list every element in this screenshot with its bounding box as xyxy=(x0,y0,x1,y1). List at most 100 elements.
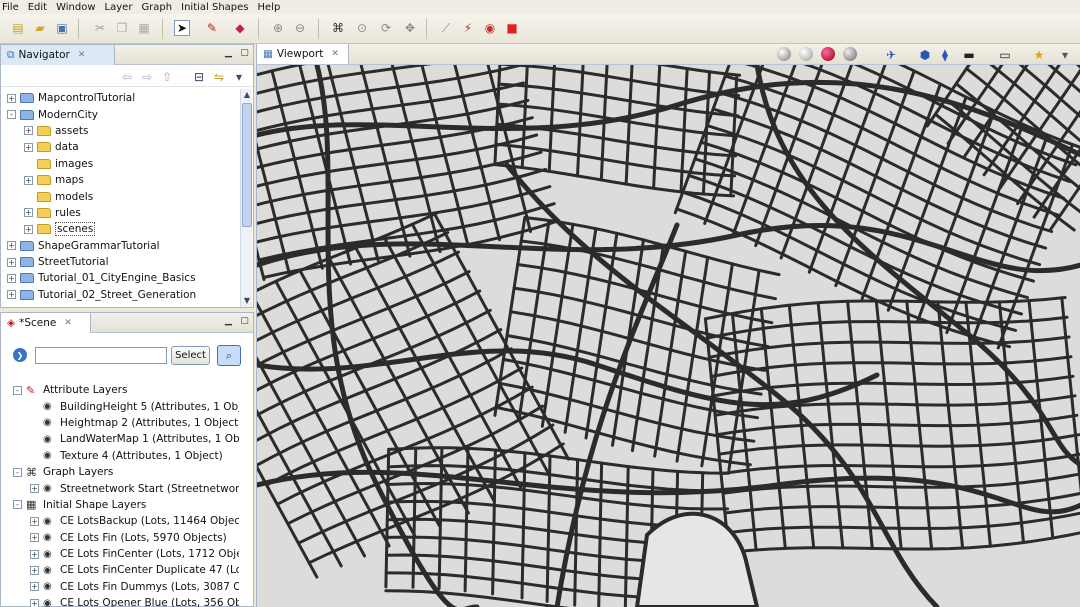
scene-item[interactable]: + ◉ CE Lots Fin Dummys (Lots, 3087 Object xyxy=(5,579,239,595)
menu-layer[interactable]: Layer xyxy=(103,2,140,13)
expand-icon[interactable]: + xyxy=(30,533,39,543)
navigator-item[interactable]: models xyxy=(5,188,239,204)
collapse-icon[interactable]: - xyxy=(13,467,22,477)
scene-item[interactable]: - ✎ Attribute Layers xyxy=(5,382,239,398)
save-icon[interactable]: ▣ xyxy=(54,20,70,36)
navigator-item[interactable]: + data xyxy=(5,139,239,155)
expand-icon[interactable]: + xyxy=(7,257,16,267)
navigator-item[interactable]: + ShapeGrammarTutorial xyxy=(5,238,239,254)
forward-icon[interactable]: ⇨ xyxy=(139,69,155,85)
navigator-scrollbar[interactable]: ▲ ▼ xyxy=(240,89,252,307)
navigator-item[interactable]: + maps xyxy=(5,172,239,188)
expand-icon[interactable]: + xyxy=(24,126,33,136)
navigator-item[interactable]: - ModernCity xyxy=(5,106,239,122)
shape-tool-icon[interactable]: ◆ xyxy=(232,20,248,36)
shading-textured-icon[interactable] xyxy=(821,47,835,61)
film-icon[interactable]: ▬ xyxy=(961,47,977,63)
shading-flat-icon[interactable] xyxy=(799,47,813,61)
collapse-icon[interactable]: - xyxy=(7,110,16,120)
scroll-down-icon[interactable]: ▼ xyxy=(241,295,253,307)
expand-icon[interactable]: + xyxy=(7,241,16,251)
scene-search-input[interactable] xyxy=(35,347,167,364)
close-icon[interactable]: ✕ xyxy=(331,49,339,59)
shading-wireframe-icon[interactable] xyxy=(777,47,791,61)
menu-edit[interactable]: Edit xyxy=(26,2,54,13)
close-icon[interactable]: ✕ xyxy=(78,50,86,60)
minimize-icon[interactable]: ▁ xyxy=(223,317,234,327)
target-icon[interactable]: ⊙ xyxy=(354,20,370,36)
navigator-item[interactable]: + Tutorial_01_CityEngine_Basics xyxy=(5,270,239,286)
expand-icon[interactable]: + xyxy=(30,516,39,526)
scene-item[interactable]: + ◉ CE Lots Opener Blue (Lots, 356 Objects… xyxy=(5,595,239,607)
expand-icon[interactable]: + xyxy=(7,93,16,103)
cut-icon[interactable]: ✂ xyxy=(92,20,108,36)
bookmark-icon[interactable]: ✈ xyxy=(883,47,899,63)
collapse-icon[interactable]: - xyxy=(13,500,22,510)
collapse-all-icon[interactable]: ⊟ xyxy=(191,69,207,85)
select-button[interactable]: Select xyxy=(171,346,210,365)
close-icon[interactable]: ✕ xyxy=(64,318,72,328)
expand-icon[interactable]: + xyxy=(24,175,33,185)
scene-item[interactable]: - ▦ Initial Shape Layers xyxy=(5,497,239,513)
scene-item[interactable]: ◉ Heightmap 2 (Attributes, 1 Object) xyxy=(5,415,239,431)
scene-item[interactable]: ◉ Texture 4 (Attributes, 1 Object) xyxy=(5,448,239,464)
camera-icon[interactable]: ⬢ xyxy=(917,47,933,63)
copy-icon[interactable]: ❐ xyxy=(114,20,130,36)
scene-item[interactable]: ◉ LandWaterMap 1 (Attributes, 1 Object) xyxy=(5,431,239,447)
layers-icon[interactable]: ⧫ xyxy=(937,47,953,63)
street-network-map[interactable] xyxy=(257,65,1080,607)
view-menu-icon[interactable]: ▾ xyxy=(1057,47,1073,63)
menu-window[interactable]: Window xyxy=(54,2,102,13)
navigator-item[interactable]: + Tutorial_02_Street_Generation xyxy=(5,287,239,303)
lighting-icon[interactable] xyxy=(843,47,857,61)
select-tool-icon[interactable]: ➤ xyxy=(174,20,190,36)
tab-navigator[interactable]: ⧉ Navigator ✕ xyxy=(1,45,115,65)
view-menu-icon[interactable]: ▾ xyxy=(231,69,247,85)
paste-icon[interactable]: ▦ xyxy=(136,20,152,36)
scene-item[interactable]: + ◉ CE Lots FinCenter (Lots, 1712 Objects) xyxy=(5,546,239,562)
navigator-item[interactable]: images xyxy=(5,156,239,172)
expand-icon[interactable]: + xyxy=(30,549,39,559)
expand-icon[interactable]: + xyxy=(30,565,39,575)
scene-item[interactable]: + ◉ CE Lots FinCenter Duplicate 47 (Lots, … xyxy=(5,562,239,578)
expand-icon[interactable]: + xyxy=(7,273,16,283)
expand-icon[interactable]: + xyxy=(24,208,33,218)
link-icon[interactable]: ⇋ xyxy=(211,69,227,85)
tab-viewport[interactable]: ▦ Viewport ✕ xyxy=(257,44,349,64)
rotate-icon[interactable]: ⟳ xyxy=(378,20,394,36)
generate-models-icon[interactable]: ◉ xyxy=(482,20,498,36)
move-icon[interactable]: ✥ xyxy=(402,20,418,36)
search-icon[interactable]: ⌕ xyxy=(217,345,241,366)
navigator-item[interactable]: + StreetTutorial xyxy=(5,254,239,270)
star-icon[interactable]: ★ xyxy=(1031,47,1047,63)
street-tool-icon[interactable]: ✎ xyxy=(204,20,220,36)
navigator-item[interactable]: + rules xyxy=(5,205,239,221)
expand-icon[interactable]: + xyxy=(7,290,16,300)
expand-icon[interactable]: + xyxy=(30,582,39,592)
brush-icon[interactable]: ⟋ xyxy=(438,20,454,36)
navigator-item[interactable]: + scenes xyxy=(5,221,239,237)
zoom-out-icon[interactable]: ⊖ xyxy=(292,20,308,36)
menu-graph[interactable]: Graph xyxy=(139,2,179,13)
scroll-up-icon[interactable]: ▲ xyxy=(241,89,253,101)
up-icon[interactable]: ⇧ xyxy=(159,69,175,85)
zoom-in-icon[interactable]: ⊕ xyxy=(270,20,286,36)
scene-item[interactable]: + ◉ Streetnetwork Start (Streetnetwork, 3( xyxy=(5,480,239,496)
navigator-item[interactable]: + MapcontrolTutorial xyxy=(5,90,239,106)
maximize-icon[interactable]: ▢ xyxy=(239,317,250,327)
menu-file[interactable]: File xyxy=(0,2,26,13)
generate-icon[interactable]: ⚡ xyxy=(460,20,476,36)
navigator-item[interactable]: + assets xyxy=(5,123,239,139)
scene-item[interactable]: ◉ BuildingHeight 5 (Attributes, 1 Object) xyxy=(5,398,239,414)
graph-tool-icon[interactable]: ⌘ xyxy=(330,20,346,36)
open-folder-icon[interactable]: ▰ xyxy=(32,20,48,36)
scene-item[interactable]: - ⌘ Graph Layers xyxy=(5,464,239,480)
menu-initial-shapes[interactable]: Initial Shapes xyxy=(179,2,255,13)
expand-icon[interactable]: + xyxy=(24,224,33,234)
back-icon[interactable]: ⇦ xyxy=(119,69,135,85)
scroll-thumb[interactable] xyxy=(242,103,252,227)
display-icon[interactable]: ▭ xyxy=(997,47,1013,63)
scene-item[interactable]: + ◉ CE Lots Fin (Lots, 5970 Objects) xyxy=(5,530,239,546)
minimize-icon[interactable]: ▁ xyxy=(223,49,234,59)
go-arrow-icon[interactable]: ❯ xyxy=(13,348,27,362)
